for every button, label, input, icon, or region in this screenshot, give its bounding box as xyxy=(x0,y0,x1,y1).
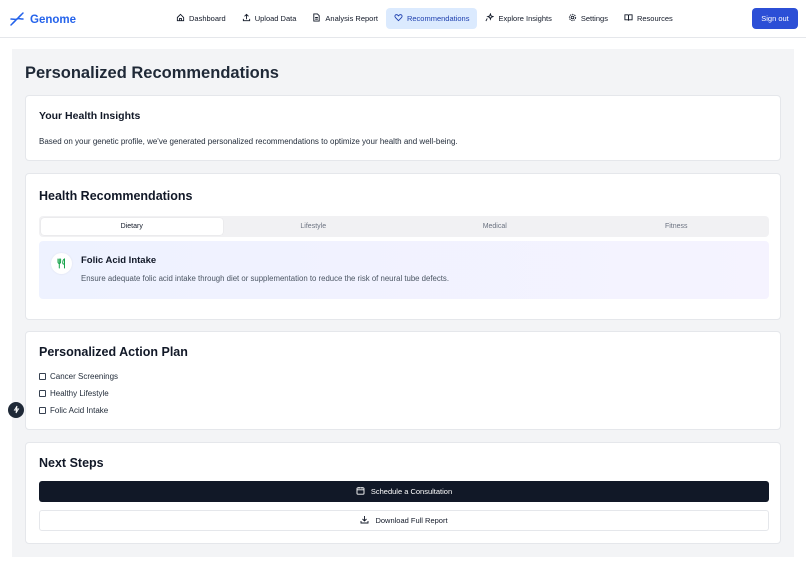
floating-lightning-button[interactable] xyxy=(8,402,24,418)
tab-lifestyle[interactable]: Lifestyle xyxy=(223,218,405,235)
gear-icon xyxy=(568,13,577,24)
book-icon xyxy=(624,13,633,24)
recommendation-tabs: Dietary Lifestyle Medical Fitness xyxy=(39,216,769,237)
calendar-icon xyxy=(356,486,365,497)
dna-logo-icon xyxy=(9,11,25,29)
schedule-consultation-button[interactable]: Schedule a Consultation xyxy=(39,481,769,502)
utensils-icon xyxy=(51,253,72,274)
nav-item-recommendations[interactable]: Recommendations xyxy=(385,8,478,29)
sparkles-icon xyxy=(485,12,495,24)
nav-item-analysis-report[interactable]: Analysis Report xyxy=(304,8,386,29)
nav-item-resources[interactable]: Resources xyxy=(616,8,681,29)
nav-item-label: Dashboard xyxy=(189,14,226,23)
heart-icon xyxy=(394,13,403,24)
health-insights-card: Your Health Insights Based on your genet… xyxy=(25,95,781,161)
health-recommendations-title: Health Recommendations xyxy=(39,189,193,203)
action-plan-card: Personalized Action Plan Cancer Screenin… xyxy=(25,331,781,430)
action-item-folic-acid-intake[interactable]: Folic Acid Intake xyxy=(39,406,108,415)
nav-item-label: Upload Data xyxy=(254,14,297,23)
brand-name: Genome xyxy=(30,14,77,26)
nav-item-upload-data[interactable]: Upload Data xyxy=(234,8,305,29)
top-navbar: Genome Dashboard Upload Data Analysis Re… xyxy=(0,0,806,38)
nav-item-label: Settings xyxy=(580,14,608,23)
nav-item-settings[interactable]: Settings xyxy=(560,8,616,29)
checkbox[interactable] xyxy=(39,390,46,397)
action-item-healthy-lifestyle[interactable]: Healthy Lifestyle xyxy=(39,389,109,398)
nav-item-label: Explore Insights xyxy=(498,14,552,23)
nav-item-label: Resources xyxy=(636,14,673,23)
lightning-icon xyxy=(12,405,21,416)
action-plan-title: Personalized Action Plan xyxy=(39,345,188,359)
next-steps-card: Next Steps Schedule a Consultation Downl… xyxy=(25,442,781,544)
button-label: Download Full Report xyxy=(375,516,448,525)
checkbox[interactable] xyxy=(39,373,46,380)
nav-item-explore-insights[interactable]: Explore Insights xyxy=(477,8,559,29)
recommendation-description: Ensure adequate folic acid intake throug… xyxy=(81,274,449,283)
next-steps-title: Next Steps xyxy=(39,456,104,470)
download-report-button[interactable]: Download Full Report xyxy=(39,510,769,531)
tab-medical[interactable]: Medical xyxy=(404,218,586,235)
page-title: Personalized Recommendations xyxy=(25,64,279,82)
download-icon xyxy=(360,515,369,526)
tab-dietary[interactable]: Dietary xyxy=(41,218,223,235)
action-item-label: Cancer Screenings xyxy=(50,372,119,381)
action-item-label: Healthy Lifestyle xyxy=(50,389,109,398)
nav-links: Dashboard Upload Data Analysis Report Re… xyxy=(168,8,681,29)
brand[interactable]: Genome xyxy=(9,11,76,29)
health-recommendations-card: Health Recommendations Dietary Lifestyle… xyxy=(25,173,781,320)
action-item-cancer-screenings[interactable]: Cancer Screenings xyxy=(39,372,118,381)
checkbox[interactable] xyxy=(39,407,46,414)
home-icon xyxy=(176,13,185,24)
nav-item-label: Recommendations xyxy=(406,14,470,23)
tab-fitness[interactable]: Fitness xyxy=(586,218,768,235)
sign-out-button[interactable]: Sign out xyxy=(752,8,798,29)
recommendation-item: Folic Acid Intake Ensure adequate folic … xyxy=(39,241,769,299)
button-label: Schedule a Consultation xyxy=(370,487,453,496)
nav-item-label: Analysis Report xyxy=(325,14,378,23)
health-insights-title: Your Health Insights xyxy=(39,110,141,122)
upload-icon xyxy=(242,13,251,24)
file-text-icon xyxy=(312,13,321,24)
recommendation-title: Folic Acid Intake xyxy=(81,255,157,266)
action-item-label: Folic Acid Intake xyxy=(50,406,109,415)
health-insights-text: Based on your genetic profile, we've gen… xyxy=(39,137,458,146)
nav-item-dashboard[interactable]: Dashboard xyxy=(168,8,234,29)
